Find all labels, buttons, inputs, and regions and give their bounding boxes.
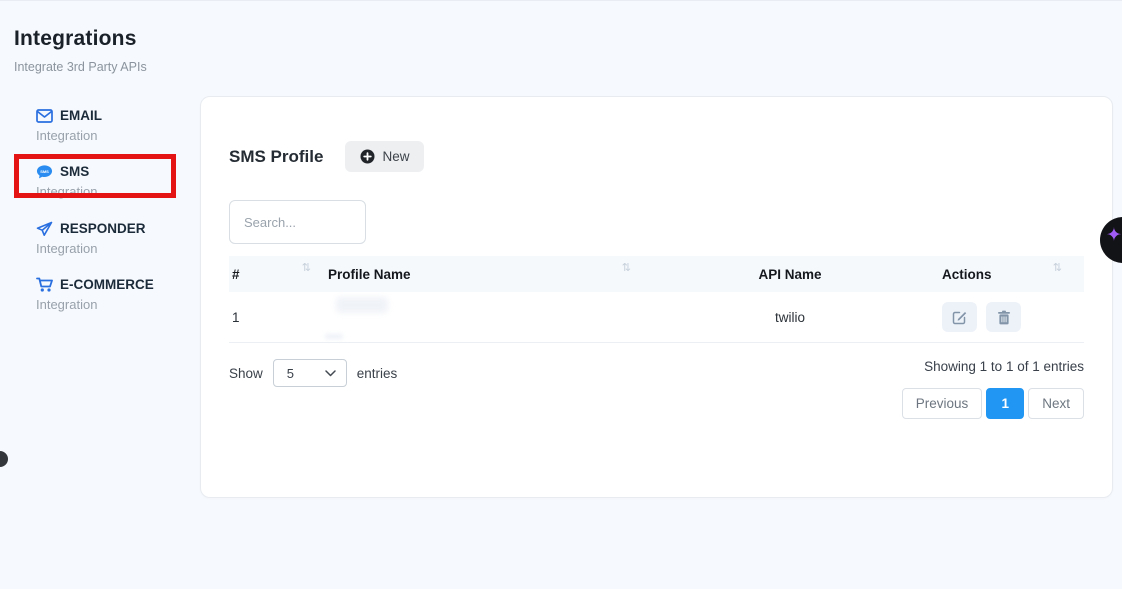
svg-text:SMS: SMS — [40, 168, 49, 173]
sidebar-item-label: RESPONDER — [60, 221, 146, 236]
sidebar-item-label: E-COMMERCE — [60, 277, 154, 292]
sidebar-item-sublabel: Integration — [36, 184, 186, 199]
edit-button[interactable] — [942, 302, 977, 332]
pagination: Previous 1 Next — [902, 388, 1084, 419]
page-header: Integrations Integrate 3rd Party APIs — [14, 27, 147, 74]
panel-header: SMS Profile New — [229, 141, 1084, 172]
edit-icon — [952, 310, 967, 325]
paper-plane-icon — [36, 220, 53, 237]
column-header-profile-name[interactable]: Profile Name ⇅ — [325, 256, 641, 292]
sidebar-item-label: SMS — [60, 164, 89, 179]
cell-api-name: twilio — [641, 292, 939, 342]
new-button[interactable]: New — [345, 141, 424, 172]
chat-bubble-icon: SMS — [36, 163, 53, 180]
sidebar-item-sublabel: Integration — [36, 241, 186, 256]
sidebar-item-sms[interactable]: SMS SMS Integration — [36, 163, 186, 199]
trash-icon — [997, 310, 1011, 325]
table-row: 1 twilio — [229, 292, 1084, 343]
sidebar-item-email[interactable]: EMAIL Integration — [36, 107, 186, 143]
sidebar-item-ecommerce[interactable]: E-COMMERCE Integration — [36, 276, 186, 312]
page-subtitle: Integrate 3rd Party APIs — [14, 60, 147, 74]
table-header-row: # ⇅ Profile Name ⇅ API Name Actions ⇅ — [229, 256, 1084, 292]
page-1-button[interactable]: 1 — [986, 388, 1024, 419]
panel-title: SMS Profile — [229, 147, 323, 167]
entries-label: entries — [357, 366, 398, 381]
redacted-profile-name — [336, 297, 388, 313]
table-footer: Show 5 entries Showing 1 to 1 of 1 entri… — [229, 359, 1084, 419]
column-header-index[interactable]: # ⇅ — [229, 256, 325, 292]
next-page-button[interactable]: Next — [1028, 388, 1084, 419]
sort-icon[interactable]: ⇅ — [622, 261, 631, 274]
redacted-profile-name-fragment — [325, 334, 343, 339]
show-label: Show — [229, 366, 263, 381]
entries-summary: Showing 1 to 1 of 1 entries — [924, 359, 1084, 374]
sms-profile-panel: SMS Profile New # ⇅ Profile Name ⇅ — [200, 96, 1113, 498]
page-size-value: 5 — [287, 366, 294, 381]
cell-profile-name — [325, 292, 641, 342]
cell-index: 1 — [229, 292, 325, 342]
chevron-down-icon — [325, 370, 336, 377]
page-title: Integrations — [14, 27, 147, 51]
sidebar-item-label: EMAIL — [60, 108, 102, 123]
previous-page-button[interactable]: Previous — [902, 388, 983, 419]
sidebar-item-sublabel: Integration — [36, 297, 186, 312]
page-size-select[interactable]: 5 — [273, 359, 347, 387]
pagination-area: Showing 1 to 1 of 1 entries Previous 1 N… — [902, 359, 1084, 419]
page-size-group: Show 5 entries — [229, 359, 397, 387]
column-header-actions: Actions ⇅ — [939, 256, 1086, 292]
plus-circle-icon — [360, 149, 375, 164]
sidebar-item-responder[interactable]: RESPONDER Integration — [36, 220, 186, 256]
delete-button[interactable] — [986, 302, 1021, 332]
search-input[interactable] — [229, 200, 366, 244]
sort-icon[interactable]: ⇅ — [302, 261, 311, 274]
integrations-page: Integrations Integrate 3rd Party APIs EM… — [0, 0, 1122, 589]
sort-icon[interactable]: ⇅ — [1053, 261, 1062, 274]
sms-profile-table: # ⇅ Profile Name ⇅ API Name Actions ⇅ 1 — [229, 256, 1084, 343]
edge-dot — [0, 451, 8, 467]
column-header-api-name[interactable]: API Name — [641, 256, 939, 292]
new-button-label: New — [382, 149, 409, 164]
sparkles-icon: ✦ — [1106, 226, 1122, 245]
shopping-cart-icon — [36, 276, 53, 293]
sidebar-item-sublabel: Integration — [36, 128, 186, 143]
envelope-icon — [36, 107, 53, 124]
cell-actions — [939, 292, 1086, 342]
